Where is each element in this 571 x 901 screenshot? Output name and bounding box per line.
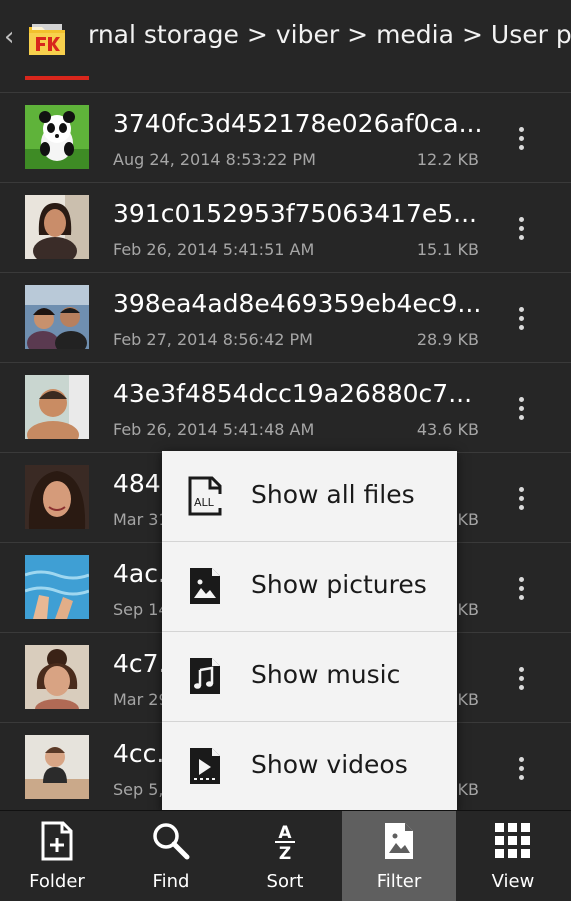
more-options-icon[interactable]: [506, 661, 536, 697]
grid-view-icon: [495, 823, 530, 858]
video-file-icon: [190, 748, 220, 784]
more-options-icon[interactable]: [506, 211, 536, 247]
breadcrumb-separator: >: [461, 20, 483, 49]
file-date: Mar 31: [113, 510, 169, 529]
filter-menu: ALL Show all files Show pictures Show mu…: [162, 451, 457, 812]
sort-az-icon: A Z: [275, 823, 295, 861]
list-item[interactable]: 43e3f4854dcc19a26880c7... Feb 26, 2014 5…: [0, 363, 571, 453]
list-item[interactable]: 398ea4ad8e469359eb4ec9... Feb 27, 2014 8…: [0, 273, 571, 363]
file-name: 391c0152953f75063417e5...: [113, 199, 477, 228]
filter-picture-icon: [385, 823, 413, 859]
file-size: KB: [457, 510, 479, 529]
bottom-toolbar: Folder Find A Z Sort Filter View: [0, 810, 571, 901]
file-date: Mar 29: [113, 690, 169, 709]
photo-thumbnail: [25, 195, 89, 259]
breadcrumb-bar: ‹ rnal storage>viber>media>User photos: [0, 0, 571, 77]
breadcrumb-item-user-photos[interactable]: User photos: [491, 20, 571, 49]
menu-item-show-pictures[interactable]: Show pictures: [162, 541, 457, 632]
breadcrumb-item-viber[interactable]: viber: [276, 20, 339, 49]
new-folder-icon: [41, 821, 73, 861]
breadcrumb-item-media[interactable]: media: [376, 20, 454, 49]
photo-thumbnail: [25, 645, 89, 709]
menu-item-label: Show pictures: [251, 570, 427, 599]
view-button[interactable]: View: [456, 811, 570, 901]
more-options-icon[interactable]: [506, 391, 536, 427]
file-date: Feb 26, 2014 5:41:48 AM: [113, 420, 315, 439]
photo-thumbnail: [25, 375, 89, 439]
tab-label: Find: [152, 871, 190, 892]
photo-thumbnail: [25, 555, 89, 619]
file-size: 28.9 KB: [416, 330, 479, 349]
file-commander-app-icon[interactable]: [27, 18, 67, 58]
tab-label: Filter: [376, 871, 422, 892]
sort-button[interactable]: A Z Sort: [228, 811, 342, 901]
file-thumbnail: [25, 76, 89, 80]
more-options-icon[interactable]: [506, 571, 536, 607]
file-size: 15.1 KB: [416, 240, 479, 259]
music-file-icon: [190, 658, 220, 694]
file-date: Sep 5,: [113, 780, 164, 799]
file-name: 43e3f4854dcc19a26880c7...: [113, 379, 473, 408]
back-chevron-icon[interactable]: ‹: [4, 22, 14, 52]
list-item[interactable]: 3740fc3d452178e026af0ca... Aug 24, 2014 …: [0, 93, 571, 183]
file-size: KB: [457, 690, 479, 709]
tab-label: Sort: [266, 871, 304, 892]
tab-label: Folder: [29, 871, 85, 892]
panda-thumbnail: [25, 105, 89, 169]
file-size: KB: [457, 600, 479, 619]
find-button[interactable]: Find: [114, 811, 228, 901]
menu-item-show-videos[interactable]: Show videos: [162, 721, 457, 811]
file-date: Feb 27, 2014 8:56:42 PM: [113, 330, 313, 349]
list-item-partial[interactable]: [0, 76, 571, 93]
more-options-icon[interactable]: [506, 481, 536, 517]
all-files-icon: ALL: [188, 476, 222, 516]
photo-thumbnail: [25, 465, 89, 529]
menu-item-show-all-files[interactable]: ALL Show all files: [162, 451, 457, 542]
more-options-icon[interactable]: [506, 751, 536, 787]
breadcrumb: rnal storage>viber>media>User photos: [88, 20, 571, 49]
breadcrumb-separator: >: [246, 20, 268, 49]
file-size: 12.2 KB: [416, 150, 479, 169]
menu-item-label: Show all files: [251, 480, 415, 509]
more-options-icon[interactable]: [506, 301, 536, 337]
tab-label: View: [491, 871, 535, 892]
file-name: 398ea4ad8e469359eb4ec9...: [113, 289, 482, 318]
more-options-icon[interactable]: [506, 121, 536, 157]
breadcrumb-item-internal-storage[interactable]: rnal storage: [88, 20, 239, 49]
file-date: Aug 24, 2014 8:53:22 PM: [113, 150, 316, 169]
picture-file-icon: [190, 568, 220, 604]
file-size: KB: [457, 780, 479, 799]
svg-text:A: A: [278, 823, 292, 843]
file-date: Feb 26, 2014 5:41:51 AM: [113, 240, 315, 259]
list-item[interactable]: 391c0152953f75063417e5... Feb 26, 2014 5…: [0, 183, 571, 273]
folder-button[interactable]: Folder: [0, 811, 114, 901]
photo-thumbnail: [25, 285, 89, 349]
svg-text:ALL: ALL: [194, 496, 215, 509]
filter-button[interactable]: Filter: [342, 811, 456, 901]
file-size: 43.6 KB: [416, 420, 479, 439]
menu-item-show-music[interactable]: Show music: [162, 631, 457, 722]
menu-item-label: Show music: [251, 660, 401, 689]
file-name: 3740fc3d452178e026af0ca...: [113, 109, 483, 138]
file-date: Sep 14: [113, 600, 169, 619]
magnifier-icon: [153, 823, 190, 860]
menu-item-label: Show videos: [251, 750, 408, 779]
photo-thumbnail: [25, 735, 89, 799]
breadcrumb-separator: >: [347, 20, 369, 49]
svg-text:Z: Z: [279, 844, 291, 861]
